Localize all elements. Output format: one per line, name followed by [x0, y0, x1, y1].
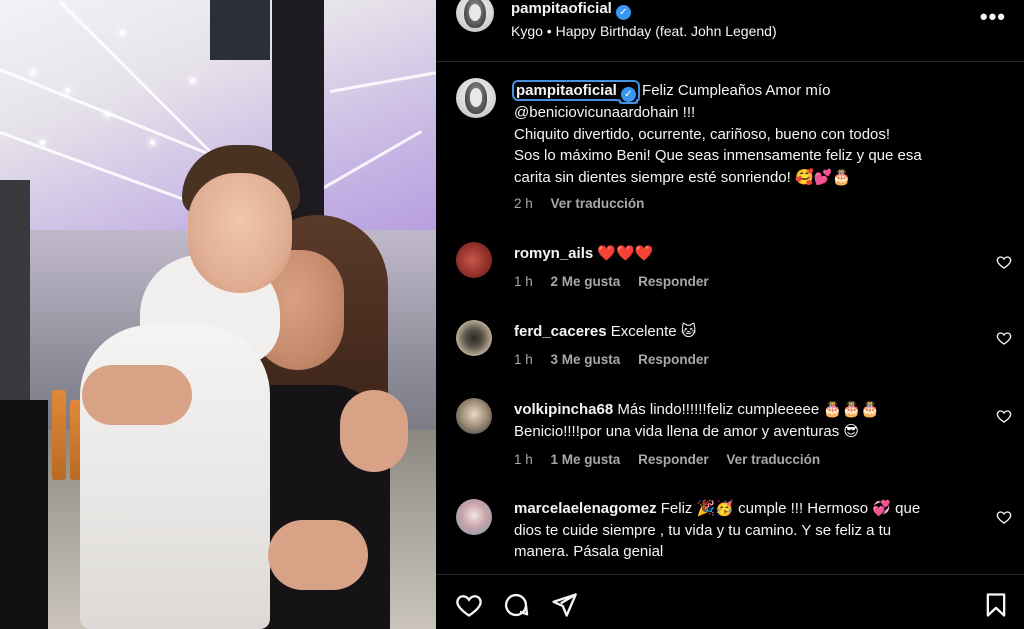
comment-meta: 1 h 3 Me gusta Responder — [514, 352, 723, 367]
save-bookmark-icon[interactable] — [982, 591, 1010, 619]
comment-likes[interactable]: 3 Me gusta — [551, 352, 621, 367]
commenter-username[interactable]: ferd_caceres — [514, 323, 607, 340]
commenter-username[interactable]: romyn_ails — [514, 245, 593, 262]
share-send-icon[interactable] — [550, 591, 578, 619]
comment-content: Benicio!!!!por una vida llena de amor y … — [514, 422, 859, 440]
verified-badge-icon: ✓ — [615, 5, 631, 20]
like-comment-heart-icon[interactable] — [996, 509, 1012, 525]
post-photo[interactable] — [0, 0, 436, 629]
comment-likes[interactable]: 1 Me gusta — [551, 452, 621, 467]
caption-mention[interactable]: @beniciovicunaardohain !!! — [514, 104, 695, 121]
author-username[interactable]: pampitaoficial ✓ — [511, 0, 631, 20]
commenter-avatar[interactable] — [456, 320, 492, 356]
verified-badge-icon: ✓ — [620, 87, 636, 102]
display-sign — [210, 0, 270, 60]
escalator-wall — [0, 180, 30, 420]
comment-item: romyn_ails ❤️❤️❤️ 1 h 2 Me gusta Respond… — [436, 242, 1024, 302]
arm — [82, 365, 192, 425]
commenter-username[interactable]: marcelaelenagomez — [514, 500, 657, 517]
caption-line: Feliz Cumpleaños Amor mío — [642, 82, 831, 99]
caption-line: carita sin dientes siempre esté sonriend… — [514, 168, 852, 186]
comment-meta: 1 h 2 Me gusta Responder — [514, 274, 723, 289]
railing — [0, 400, 48, 629]
comment-content: dios te cuide siempre , tu vida y tu cam… — [514, 521, 892, 539]
comment-bubble-icon[interactable] — [502, 591, 530, 619]
commenter-avatar[interactable] — [456, 499, 492, 535]
caption-line: Sos lo máximo Beni! Que seas inmensament… — [514, 147, 922, 164]
comment-content: manera. Pásala genial — [514, 543, 664, 560]
comment-text: marcelaelenagomez Feliz 🎉🥳 cumple !!! He… — [514, 498, 984, 563]
barrier-post — [52, 390, 66, 480]
comment-content: Más lindo!!!!!!feliz cumpleeeee 🎂🎂🎂 — [617, 401, 880, 418]
arm — [340, 390, 408, 472]
comment-likes[interactable]: 2 Me gusta — [551, 274, 621, 289]
translate-button[interactable]: Ver traducción — [726, 452, 820, 467]
comment-time[interactable]: 1 h — [514, 352, 533, 367]
ceiling-light — [30, 70, 35, 75]
like-heart-icon[interactable] — [455, 591, 483, 619]
caption-time[interactable]: 2 h — [514, 196, 533, 211]
music-info[interactable]: Kygo • Happy Birthday (feat. John Legend… — [511, 23, 777, 39]
caption-username[interactable]: pampitaoficial ✓ — [512, 80, 640, 102]
post-action-bar — [436, 574, 1024, 629]
author-avatar[interactable] — [456, 0, 494, 32]
comment-text: volkipincha68 Más lindo!!!!!!feliz cumpl… — [514, 399, 984, 442]
comment-item: volkipincha68 Más lindo!!!!!!feliz cumpl… — [436, 398, 1024, 478]
reply-button[interactable]: Responder — [638, 452, 709, 467]
ceiling-light — [105, 112, 110, 117]
like-comment-heart-icon[interactable] — [996, 254, 1012, 270]
arm — [268, 520, 368, 590]
ceiling-light — [190, 78, 195, 83]
ceiling-light — [40, 140, 45, 145]
caption-meta: 2 h Ver traducción — [514, 196, 658, 211]
author-username-text[interactable]: pampitaoficial — [511, 0, 612, 17]
reply-button[interactable]: Responder — [638, 352, 709, 367]
post-header: pampitaoficial ✓ Kygo • Happy Birthday (f… — [436, 0, 1024, 62]
comment-content: Feliz 🎉🥳 cumple !!! Hermoso 💞 que — [660, 500, 921, 517]
comment-content: Excelente 🐱 — [610, 323, 697, 340]
comment-item: ferd_caceres Excelente 🐱 1 h 3 Me gusta … — [436, 320, 1024, 380]
comment-content: ❤️❤️❤️ — [597, 245, 654, 262]
comment-time[interactable]: 1 h — [514, 274, 533, 289]
commenter-avatar[interactable] — [456, 242, 492, 278]
reply-button[interactable]: Responder — [638, 274, 709, 289]
comment-item: marcelaelenagomez Feliz 🎉🥳 cumple !!! He… — [436, 497, 1024, 572]
like-comment-heart-icon[interactable] — [996, 330, 1012, 346]
more-options-icon[interactable]: ••• — [980, 4, 1006, 30]
ceiling-light — [65, 88, 70, 93]
caption: pampitaoficial ✓ Feliz Cumpleaños Amor mí… — [436, 76, 1024, 216]
caption-line: Chiquito divertido, ocurrente, cariñoso,… — [514, 125, 891, 143]
commenter-avatar[interactable] — [456, 398, 492, 434]
caption-avatar[interactable] — [456, 78, 496, 118]
ceiling-light — [120, 30, 125, 35]
commenter-username[interactable]: volkipincha68 — [514, 401, 613, 418]
like-comment-heart-icon[interactable] — [996, 408, 1012, 424]
comment-text: ferd_caceres Excelente 🐱 — [514, 321, 984, 343]
translate-button[interactable]: Ver traducción — [551, 196, 645, 211]
caption-text: pampitaoficial ✓ Feliz Cumpleaños Amor mí… — [512, 80, 984, 188]
comment-time[interactable]: 1 h — [514, 452, 533, 467]
comment-meta: 1 h 1 Me gusta Responder Ver traducción — [514, 452, 834, 467]
post-detail-panel: pampitaoficial ✓ Kygo • Happy Birthday (f… — [436, 0, 1024, 629]
comment-text: romyn_ails ❤️❤️❤️ — [514, 243, 984, 265]
